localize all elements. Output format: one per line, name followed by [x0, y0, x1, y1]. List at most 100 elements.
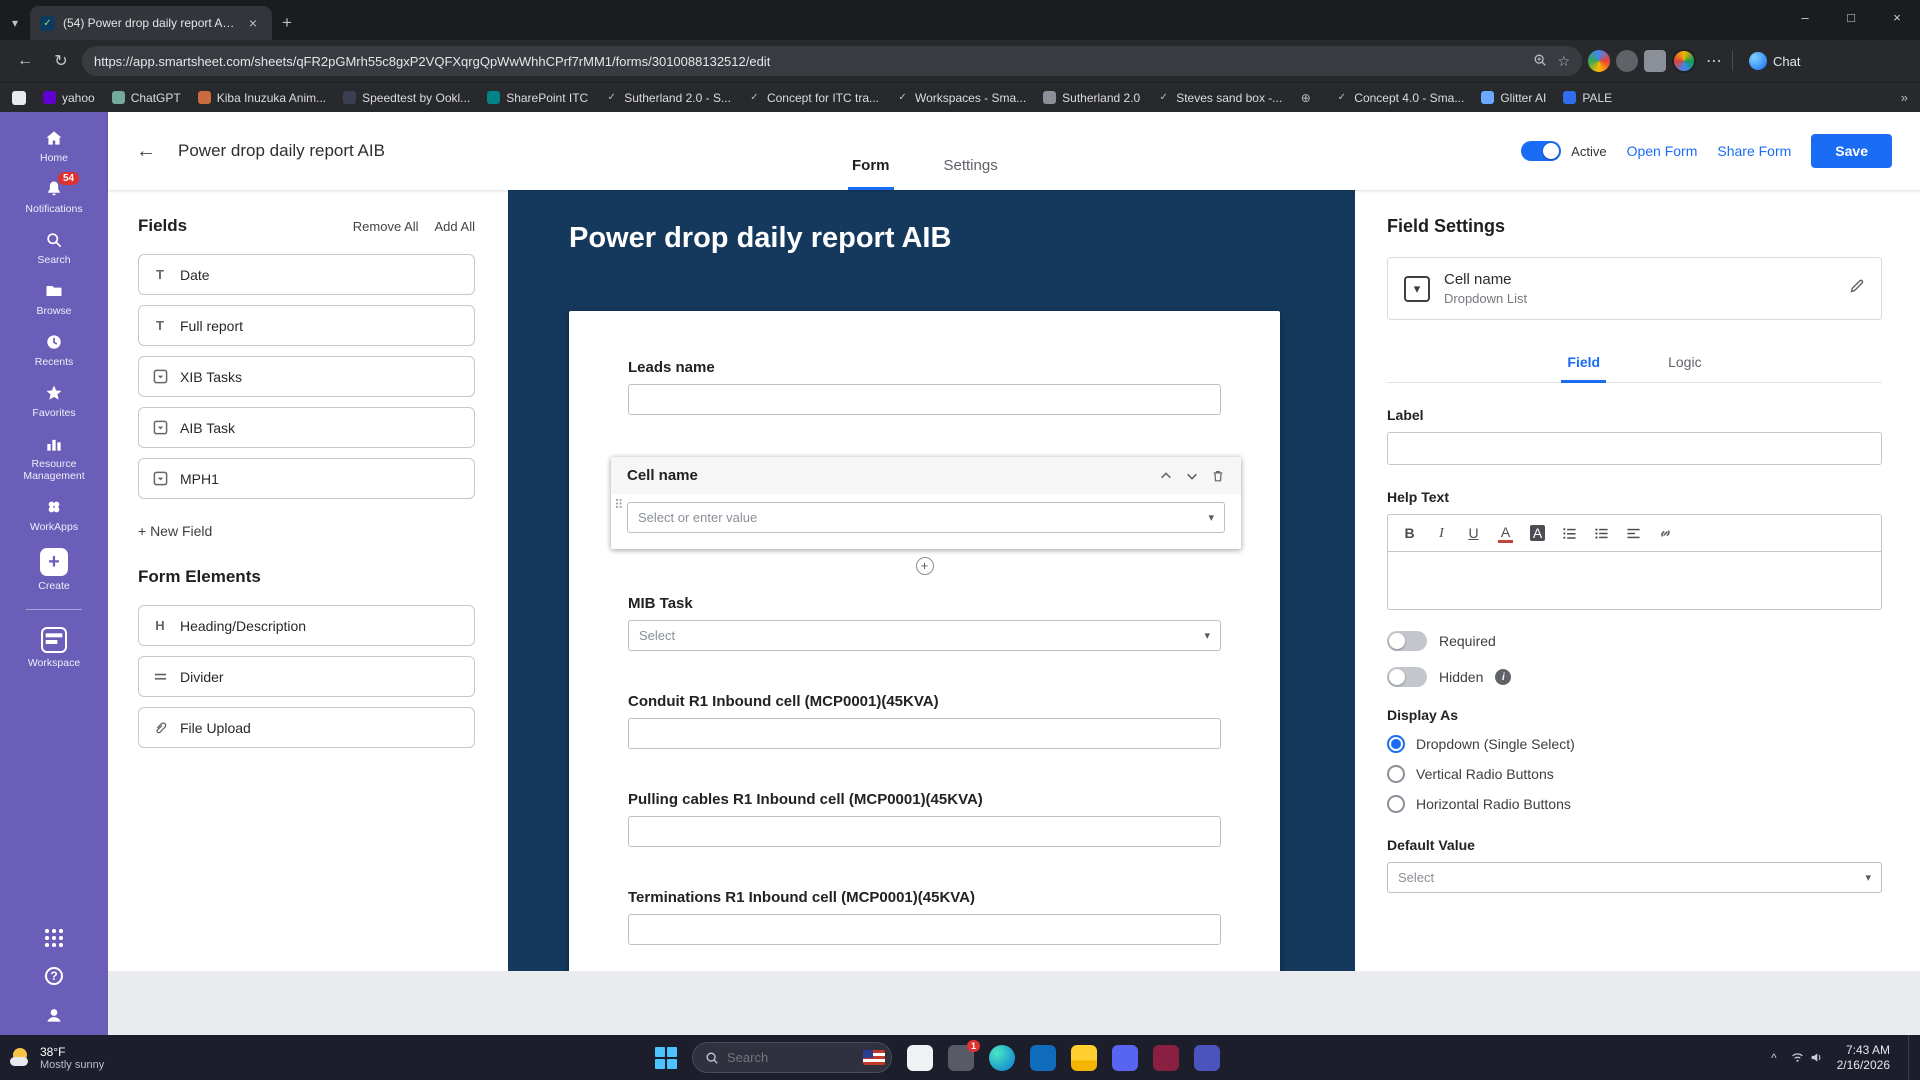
font-color-icon[interactable] — [1498, 524, 1513, 543]
sidebar-item-browse[interactable]: Browse — [0, 281, 108, 317]
bookmark-item[interactable]: Sutherland 2.0 - S... — [605, 91, 731, 105]
new-tab-button[interactable] — [272, 6, 302, 40]
field-item-xib-tasks[interactable]: XIB Tasks — [138, 356, 475, 397]
maximize-icon[interactable] — [1828, 0, 1874, 34]
element-item-file-upload[interactable]: File Upload — [138, 707, 475, 748]
share-form-link[interactable]: Share Form — [1717, 143, 1791, 159]
hidden-toggle[interactable] — [1387, 667, 1427, 687]
align-left-icon[interactable] — [1626, 526, 1641, 541]
bookmark-item[interactable]: SharePoint ITC — [487, 91, 588, 105]
cell-name-dropdown[interactable]: Select or enter value — [627, 502, 1225, 533]
bullet-list-icon[interactable] — [1594, 526, 1609, 541]
info-icon[interactable] — [1495, 669, 1512, 685]
new-field-link[interactable]: + New Field — [138, 523, 212, 539]
help-text-input[interactable] — [1387, 552, 1882, 610]
bookmark-item[interactable]: Glitter AI — [1481, 91, 1546, 105]
display-option-dropdown-single[interactable]: Dropdown (Single Select) — [1387, 735, 1882, 753]
bookmark-item[interactable]: Sutherland 2.0 — [1043, 91, 1140, 105]
bookmark-item[interactable]: Speedtest by Ookl... — [343, 91, 470, 105]
sidebar-item-recents[interactable]: Recents — [0, 332, 108, 368]
form-field-terminations[interactable]: Terminations R1 Inbound cell (MCP0001)(4… — [628, 889, 1221, 945]
close-icon[interactable] — [1874, 0, 1920, 34]
taskbar-search-input[interactable] — [727, 1050, 855, 1065]
bookmark-item[interactable]: ChatGPT — [111, 91, 181, 105]
bookmark-item[interactable]: yahoo — [43, 91, 95, 105]
mib-task-dropdown[interactable]: Select — [628, 620, 1221, 651]
extension-icon-2[interactable] — [1616, 50, 1638, 72]
field-item-mph1[interactable]: MPH1 — [138, 458, 475, 499]
form-field-conduit[interactable]: Conduit R1 Inbound cell (MCP0001)(45KVA) — [628, 693, 1221, 749]
show-desktop-button[interactable] — [1908, 1035, 1912, 1080]
edit-pencil-icon[interactable] — [1849, 278, 1865, 299]
tab-field[interactable]: Field — [1561, 344, 1607, 383]
label-input[interactable] — [1387, 432, 1882, 465]
back-button[interactable] — [136, 140, 156, 163]
active-toggle[interactable] — [1521, 141, 1562, 161]
highlight-icon[interactable] — [1530, 525, 1545, 541]
display-option-horizontal-radio[interactable]: Horizontal Radio Buttons — [1387, 795, 1882, 813]
extension-icon-1[interactable] — [1588, 50, 1610, 72]
conduit-input[interactable] — [628, 718, 1221, 749]
tab-search-icon[interactable] — [0, 6, 30, 40]
outlook-icon[interactable] — [1030, 1044, 1056, 1071]
bookmark-star-icon[interactable] — [1557, 53, 1570, 70]
chat-button[interactable]: Chat — [1739, 48, 1810, 74]
address-bar[interactable]: https://app.smartsheet.com/sheets/qFR2pG… — [82, 46, 1582, 76]
bookmark-item[interactable]: Concept 4.0 - Sma... — [1335, 91, 1464, 105]
leads-name-input[interactable] — [628, 384, 1221, 415]
discord-icon[interactable] — [1112, 1044, 1138, 1071]
taskbar-app-icon-8[interactable] — [1194, 1044, 1220, 1071]
terminations-input[interactable] — [628, 914, 1221, 945]
bookmark-item[interactable] — [1299, 91, 1318, 104]
required-toggle[interactable] — [1387, 631, 1427, 651]
sidebar-item-favorites[interactable]: Favorites — [0, 383, 108, 419]
drag-handle-icon[interactable] — [614, 497, 624, 513]
field-item-date[interactable]: T Date — [138, 254, 475, 295]
taskbar-search[interactable] — [692, 1042, 892, 1073]
tab-settings[interactable]: Settings — [940, 157, 1002, 190]
tray-status-icons[interactable] — [1791, 1051, 1823, 1064]
field-item-aib-task[interactable]: AIB Task — [138, 407, 475, 448]
bookmark-item[interactable]: Workspaces - Sma... — [896, 91, 1026, 105]
open-form-link[interactable]: Open Form — [1627, 143, 1698, 159]
remove-all-link[interactable]: Remove All — [353, 219, 419, 234]
profile-avatar[interactable] — [1672, 49, 1696, 73]
form-field-mib-task[interactable]: MIB Task Select — [628, 595, 1221, 651]
zoom-icon[interactable] — [1533, 53, 1547, 70]
help-icon[interactable] — [45, 967, 63, 985]
browser-refresh-icon[interactable] — [46, 46, 76, 76]
app-launcher-icon[interactable] — [45, 929, 63, 947]
sidebar-item-resource-management[interactable]: Resource Management — [0, 434, 108, 482]
tab-form[interactable]: Form — [848, 157, 894, 190]
extension-icon-3[interactable] — [1644, 50, 1666, 72]
sidebar-item-create[interactable]: Create — [0, 548, 108, 592]
link-icon[interactable] — [1658, 526, 1673, 541]
start-button[interactable] — [655, 1046, 677, 1069]
move-down-icon[interactable] — [1185, 469, 1199, 483]
bookmark-item[interactable]: Steves sand box -... — [1157, 91, 1282, 105]
taskbar-app-icon-7[interactable] — [1153, 1044, 1179, 1071]
sidebar-item-workspace[interactable]: Workspace — [0, 627, 108, 669]
element-item-divider[interactable]: Divider — [138, 656, 475, 697]
sidebar-item-home[interactable]: Home — [0, 128, 108, 164]
browser-tab[interactable]: (54) Power drop daily report AIB - — [30, 6, 272, 40]
bookmark-item[interactable]: PALE — [1563, 91, 1612, 105]
taskbar-app-icon-2[interactable]: 1 — [948, 1039, 980, 1071]
tab-close-icon[interactable] — [244, 15, 262, 31]
move-up-icon[interactable] — [1159, 469, 1173, 483]
bookmarks-apps-icon[interactable] — [12, 90, 26, 105]
add-all-link[interactable]: Add All — [435, 219, 475, 234]
add-field-button[interactable] — [915, 557, 934, 575]
underline-icon[interactable] — [1466, 525, 1481, 541]
bookmark-item[interactable]: Kiba Inuzuka Anim... — [197, 91, 326, 105]
taskbar-weather-widget[interactable]: 38°F Mostly sunny — [10, 1045, 104, 1071]
minimize-icon[interactable] — [1782, 0, 1828, 34]
taskbar-app-icon-1[interactable] — [907, 1044, 933, 1071]
browser-back-icon[interactable] — [10, 46, 40, 76]
file-explorer-icon[interactable] — [1071, 1044, 1097, 1071]
bookmarks-overflow-icon[interactable] — [1901, 90, 1908, 105]
bold-icon[interactable] — [1402, 525, 1417, 541]
italic-icon[interactable] — [1434, 524, 1449, 542]
pulling-cables-input[interactable] — [628, 816, 1221, 847]
field-item-full-report[interactable]: T Full report — [138, 305, 475, 346]
